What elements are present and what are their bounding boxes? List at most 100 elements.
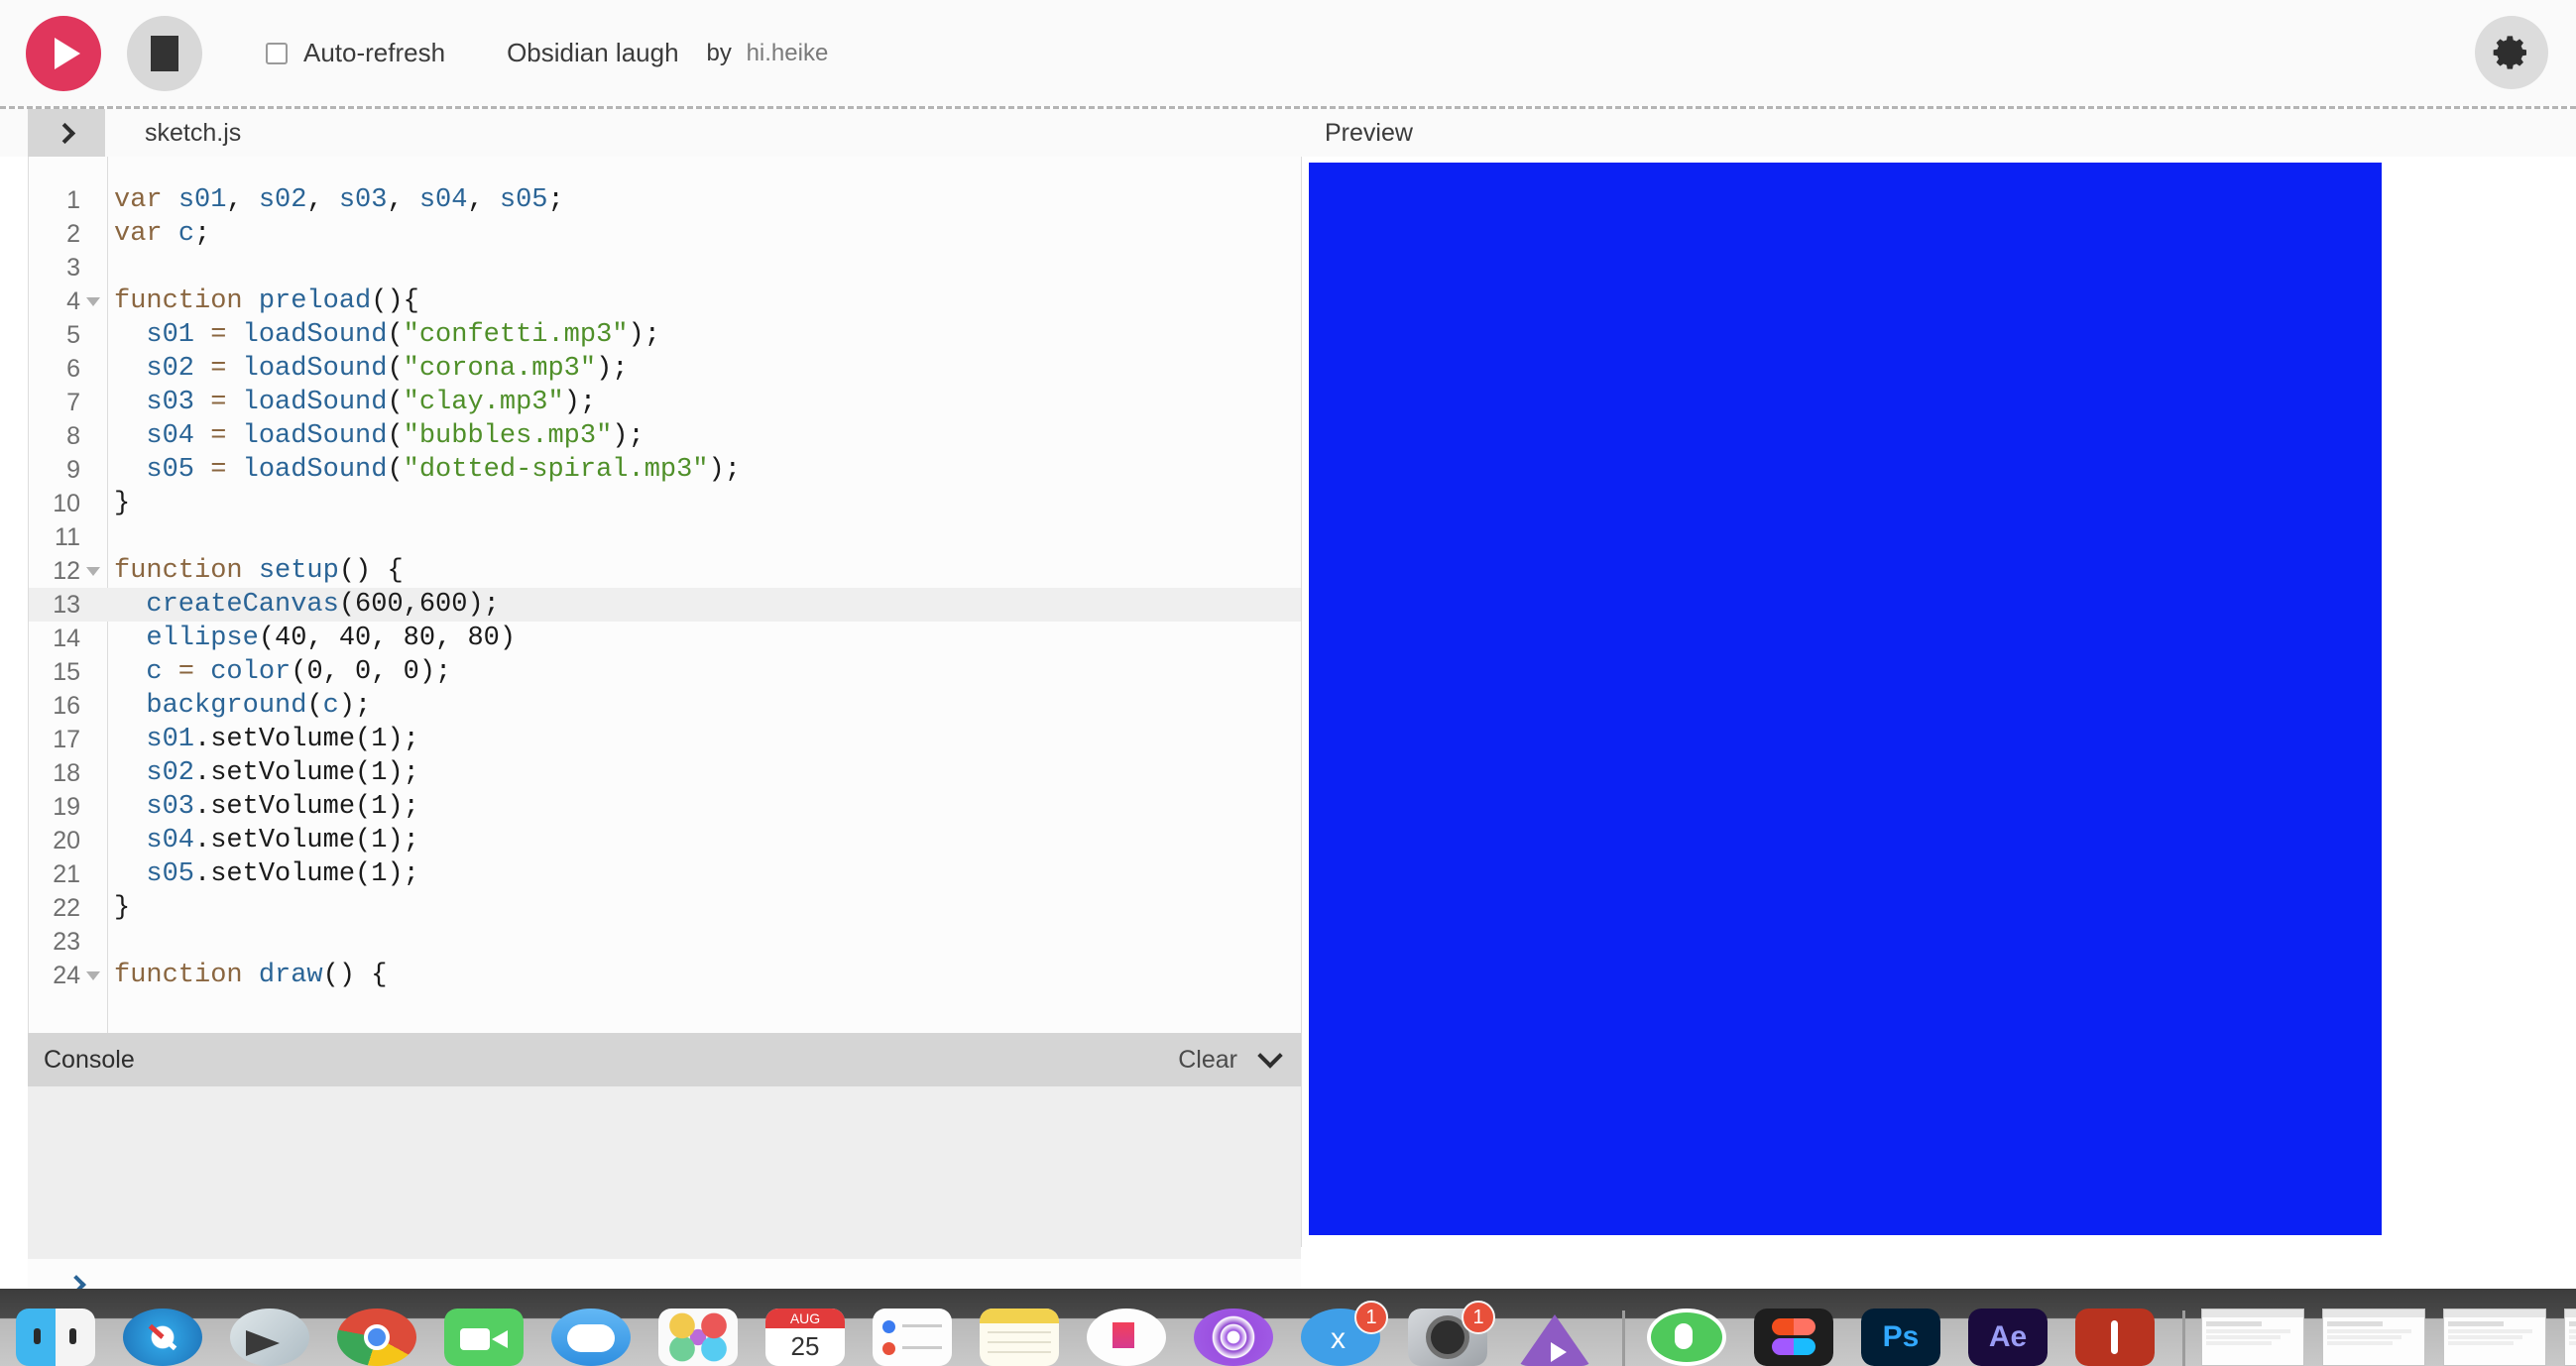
window-titlebar [2565,1309,2576,1317]
line-number: 24 [53,961,80,989]
token-pn: ); [418,657,452,687]
dock-item-reminders[interactable] [867,1305,958,1366]
code-text: var s01, s02, s03, s04, s05; [114,185,564,215]
code-line[interactable]: 12 function setup() { [29,554,1301,588]
author-name[interactable]: hi.heike [747,40,829,66]
code-line[interactable]: 4 function preload(){ [29,285,1301,318]
dock-item-podcasts[interactable] [1188,1305,1279,1366]
code-editor[interactable]: 1 var s01, s02, s03, s04, s05; 2 var c; 3 4 fu… [28,157,1301,1033]
dock-item-itunes[interactable] [1081,1305,1172,1366]
dock-item-whatsapp[interactable] [1641,1305,1732,1366]
code-text: s05.setVolume(1); [114,859,418,889]
auto-refresh-checkbox[interactable] [266,42,288,64]
code-line[interactable]: 22} [29,891,1301,925]
code-line[interactable]: 13 createCanvas(600,600); [29,588,1301,622]
code-line[interactable]: 2 var c; [29,217,1301,251]
token-pn: () { [322,961,388,990]
dock-minimized-presentation[interactable] [2322,1305,2429,1366]
token-num: 0 [355,657,372,687]
preview-divider [1301,157,1302,1247]
token-vr: s03 [146,388,195,417]
token-num: 80 [467,624,500,653]
dock-item-after-effects[interactable]: Ae [1962,1305,2053,1366]
code-line[interactable]: 15 c = color(0, 0, 0); [29,655,1301,689]
sketch-canvas[interactable] [1309,163,2382,1235]
code-line[interactable]: 18 s02.setVolume(1); [29,756,1301,790]
token-pn: ); [708,455,741,485]
auto-refresh-toggle[interactable]: Auto-refresh [266,38,445,68]
dock-minimized-document[interactable] [2201,1305,2308,1366]
dock-item-sketch-app[interactable] [1509,1305,1600,1366]
code-line[interactable]: 3 [29,251,1301,285]
token-pn: ( [387,421,404,451]
dock-item-figma[interactable] [1748,1305,1839,1366]
figma-icon [1754,1309,1833,1366]
fold-toggle-icon[interactable] [84,566,102,576]
code-line[interactable]: 19 s03.setVolume(1); [29,790,1301,824]
line-number: 21 [53,859,80,888]
fold-toggle-icon[interactable] [84,296,102,306]
window-thumbnail [2201,1309,2304,1366]
token-pn: , [306,624,339,653]
code-line[interactable]: 16 background(c); [29,689,1301,723]
reminders-icon [873,1309,952,1366]
code-line[interactable]: 5 s01 = loadSound("confetti.mp3"); [29,318,1301,352]
dock-item-sparrow-mail[interactable] [224,1305,315,1366]
dock-item-system-preferences[interactable]: 1 [1402,1301,1495,1366]
token-pn [114,826,146,855]
token-vr: c [146,657,163,687]
code-line[interactable]: 6 s02 = loadSound("corona.mp3"); [29,352,1301,386]
dock-item-calendar[interactable]: AUG 25 [760,1305,851,1366]
after-effects-icon: Ae [1968,1309,2048,1366]
dock-item-messages[interactable] [545,1305,637,1366]
token-fn: createCanvas [146,590,339,620]
token-num: 0 [403,657,419,687]
dock-item-safari[interactable] [117,1305,208,1366]
code-text: s02.setVolume(1); [114,758,418,788]
code-text: s04 = loadSound("bubbles.mp3"); [114,421,644,451]
token-str: "confetti.mp3" [403,320,629,350]
code-line[interactable]: 9 s05 = loadSound("dotted-spiral.mp3"); [29,453,1301,487]
play-button[interactable] [26,15,101,91]
token-num: 40 [338,624,372,653]
dock-minimized-finder[interactable] [2564,1305,2576,1366]
sidebar-toggle-button[interactable] [28,109,105,157]
code-line[interactable]: 8 s04 = loadSound("bubbles.mp3"); [29,419,1301,453]
token-vr: s03 [146,792,195,822]
code-line[interactable]: 17 s01.setVolume(1); [29,723,1301,756]
code-line[interactable]: 7 s03 = loadSound("clay.mp3"); [29,386,1301,419]
dock-item-facetime[interactable] [438,1305,529,1366]
token-pn [114,725,146,754]
settings-button[interactable] [2475,16,2548,89]
code-line[interactable]: 14 ellipse(40, 40, 80, 80) [29,622,1301,655]
code-line[interactable]: 11 [29,520,1301,554]
code-line[interactable]: 24 function draw() { [29,959,1301,992]
dock-item-notes[interactable] [974,1305,1065,1366]
stop-button[interactable] [127,15,202,91]
dock-item-xcode[interactable]: x1 [1295,1301,1388,1366]
token-pn [114,354,146,384]
code-text: function setup() { [114,556,404,586]
dock-item-finder[interactable] [10,1305,101,1366]
code-line[interactable]: 21 s05.setVolume(1); [29,857,1301,891]
sketch-author: by hi.heike [707,40,829,67]
chevron-down-icon[interactable] [1257,1042,1283,1069]
token-vr: s01 [146,320,195,350]
dock-item-photoshop[interactable]: Ps [1855,1305,1946,1366]
author-prefix: by [706,39,732,66]
code-line[interactable]: 10} [29,487,1301,520]
fold-toggle-icon[interactable] [84,970,102,980]
code-line[interactable]: 1 var s01, s02, s03, s04, s05; [29,183,1301,217]
dock-item-red-app[interactable] [2069,1305,2161,1366]
token-fn: color [210,657,292,687]
tab-sketch-js[interactable]: sketch.js [145,119,241,148]
console-label: Console [44,1045,135,1074]
preview-pane: Preview [1301,109,2576,1289]
dock-minimized-chat[interactable] [2443,1305,2550,1366]
dock-item-google-chrome[interactable] [331,1305,422,1366]
code-line[interactable]: 23 [29,925,1301,959]
line-number: 23 [53,927,80,956]
dock-item-photos[interactable] [652,1305,744,1366]
code-line[interactable]: 20 s04.setVolume(1); [29,824,1301,857]
clear-console-button[interactable]: Clear [1178,1046,1237,1075]
